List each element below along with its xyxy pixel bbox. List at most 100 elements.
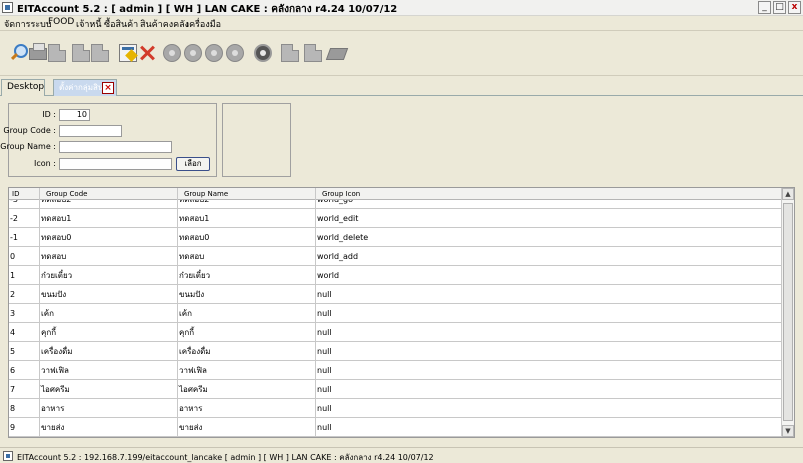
menu-payable[interactable]: เจ้าหนี้ xyxy=(76,17,102,31)
tab-product-group[interactable]: ตั้งค่ากลุ่มสินค้า × xyxy=(53,79,117,96)
cell-group-icon: world_add xyxy=(317,252,359,261)
table-row[interactable]: -2 ทดสอบ1 ทดสอบ1 world_edit xyxy=(9,209,782,228)
icon-label: Icon : xyxy=(34,159,56,168)
cell-group-name: อาหาร xyxy=(178,399,316,418)
column-group-name[interactable]: Group Name xyxy=(178,188,316,200)
tab-desktop[interactable]: Desktop xyxy=(1,79,45,96)
table-header: ID Group Code Group Name Group Icon xyxy=(9,188,782,200)
cell-group-name: ทดสอบ xyxy=(178,247,316,266)
table-row[interactable]: 5 เครื่องดื่ม เครื่องดื่ม null xyxy=(9,342,782,361)
cell-id: 2 xyxy=(9,285,40,304)
minimize-button[interactable]: _ xyxy=(758,1,771,14)
cell-group-icon: world xyxy=(317,271,340,280)
table-row[interactable]: 7 ไอศครีม ไอศครีม null xyxy=(9,380,782,399)
menu-purchase[interactable]: ซื้อสินค้า xyxy=(104,17,138,31)
next-icon[interactable] xyxy=(205,44,223,62)
cell-group-code: ไอศครีม xyxy=(40,380,178,399)
table-row[interactable]: 4 คุกกี้ คุกกี้ null xyxy=(9,323,782,342)
tab-bar: Desktop ตั้งค่ากลุ่มสินค้า × xyxy=(0,77,803,96)
maximize-button[interactable]: □ xyxy=(773,1,786,14)
cell-group-name: วาฟเฟิล xyxy=(178,361,316,380)
table-row[interactable]: 8 อาหาร อาหาร null xyxy=(9,399,782,418)
table-row[interactable]: -1 ทดสอบ0 ทดสอบ0 world_delete xyxy=(9,228,782,247)
main-panel: ID : 10 Group Code : Group Name : Icon :… xyxy=(0,96,803,446)
menu-bar: จัดการระบบ FOOD เจ้าหนี้ ซื้อสินค้า สินค… xyxy=(0,16,803,30)
document-alt-icon[interactable] xyxy=(91,44,109,62)
cell-group-name: ขายส่ง xyxy=(178,418,316,437)
cell-group-code: ก๋วยเตี๋ยว xyxy=(40,266,178,285)
cell-group-icon: world_go xyxy=(316,200,782,209)
settings-icon[interactable] xyxy=(254,44,272,62)
table-row[interactable]: 9 ขายส่ง ขายส่ง null xyxy=(9,418,782,437)
cell-group-name: เค้ก xyxy=(178,304,316,323)
scroll-down-icon[interactable]: ▼ xyxy=(782,425,794,437)
cell-group-icon: null xyxy=(317,404,332,413)
cell-id: 4 xyxy=(9,323,40,342)
cell-group-icon: null xyxy=(317,309,332,318)
status-text: EITAccount 5.2 : 192.168.7.199/eitaccoun… xyxy=(17,453,434,462)
id-label: ID : xyxy=(42,110,56,119)
first-icon[interactable] xyxy=(163,44,181,62)
cell-group-name: ทดสอบ0 xyxy=(178,228,316,247)
cell-group-code: ขนมปัง xyxy=(40,285,178,304)
cell-id: -3 xyxy=(9,200,40,209)
group-code-label: Group Code : xyxy=(3,126,56,135)
cell-group-code: ทดสอบ xyxy=(40,247,178,266)
page-icon[interactable] xyxy=(281,44,299,62)
cell-group-icon: null xyxy=(317,423,332,432)
cell-group-name: เครื่องดื่ม xyxy=(178,342,316,361)
scroll-up-icon[interactable]: ▲ xyxy=(782,188,794,200)
close-button[interactable]: x xyxy=(788,1,801,14)
cell-group-name: ไอศครีม xyxy=(178,380,316,399)
menu-inventory[interactable]: สินค้าคงคลัง xyxy=(140,17,189,31)
group-form: ID : 10 Group Code : Group Name : Icon :… xyxy=(0,103,217,177)
page-alt-icon[interactable] xyxy=(304,44,322,62)
choose-icon-button[interactable]: เลือก xyxy=(176,157,210,171)
table-row[interactable]: -3ทดสอบ2ทดสอบ2world_go xyxy=(9,200,782,209)
cell-group-code: ทดสอบ0 xyxy=(40,228,178,247)
cell-group-code: เครื่องดื่ม xyxy=(40,342,178,361)
cell-group-icon: null xyxy=(317,385,332,394)
group-table: ID Group Code Group Name Group Icon -3ทด… xyxy=(8,187,795,438)
cell-id: 0 xyxy=(9,247,40,266)
delete-icon[interactable] xyxy=(138,44,156,62)
edit-icon[interactable] xyxy=(119,44,137,62)
status-bar: EITAccount 5.2 : 192.168.7.199/eitaccoun… xyxy=(0,447,803,463)
group-name-input[interactable] xyxy=(59,141,172,153)
search-icon[interactable] xyxy=(10,44,28,62)
table-row[interactable]: 3 เค้ก เค้ก null xyxy=(9,304,782,323)
cell-group-code: ทดสอบ1 xyxy=(40,209,178,228)
table-row[interactable]: 6 วาฟเฟิล วาฟเฟิล null xyxy=(9,361,782,380)
cell-id: 1 xyxy=(9,266,40,285)
icon-preview xyxy=(222,103,291,177)
cell-id: -1 xyxy=(9,228,40,247)
cell-id: 7 xyxy=(9,380,40,399)
table-row[interactable]: 1 ก๋วยเตี๋ยว ก๋วยเตี๋ยว world xyxy=(9,266,782,285)
preview-icon[interactable] xyxy=(48,44,66,62)
id-field[interactable]: 10 xyxy=(59,109,90,121)
cell-group-icon: world_edit xyxy=(317,214,359,223)
icon-input[interactable] xyxy=(59,158,172,170)
menu-food[interactable]: FOOD xyxy=(48,17,74,27)
title-bar: EITAccount 5.2 : [ admin ] [ WH ] LAN CA… xyxy=(0,0,803,16)
group-code-input[interactable] xyxy=(59,125,122,137)
scroll-thumb[interactable] xyxy=(783,203,793,421)
column-id[interactable]: ID xyxy=(9,188,40,200)
cell-group-icon: world_delete xyxy=(317,233,369,242)
last-icon[interactable] xyxy=(226,44,244,62)
cell-group-name: ขนมปัง xyxy=(178,285,316,304)
close-tab-icon[interactable]: × xyxy=(102,82,114,94)
menu-system[interactable]: จัดการระบบ xyxy=(4,17,52,31)
menu-tools[interactable]: เครื่องมือ xyxy=(186,17,221,31)
table-row[interactable]: 0 ทดสอบ ทดสอบ world_add xyxy=(9,247,782,266)
table-row[interactable]: 2 ขนมปัง ขนมปัง null xyxy=(9,285,782,304)
eraser-icon[interactable] xyxy=(325,48,349,60)
column-group-code[interactable]: Group Code xyxy=(40,188,178,200)
vertical-scrollbar[interactable]: ▲ ▼ xyxy=(781,188,794,437)
tab-desktop-label: Desktop xyxy=(7,82,45,92)
window-title: EITAccount 5.2 : [ admin ] [ WH ] LAN CA… xyxy=(17,4,398,15)
document-icon[interactable] xyxy=(72,44,90,62)
previous-icon[interactable] xyxy=(184,44,202,62)
printer-icon[interactable] xyxy=(29,43,47,60)
column-group-icon[interactable]: Group Icon xyxy=(316,188,782,200)
